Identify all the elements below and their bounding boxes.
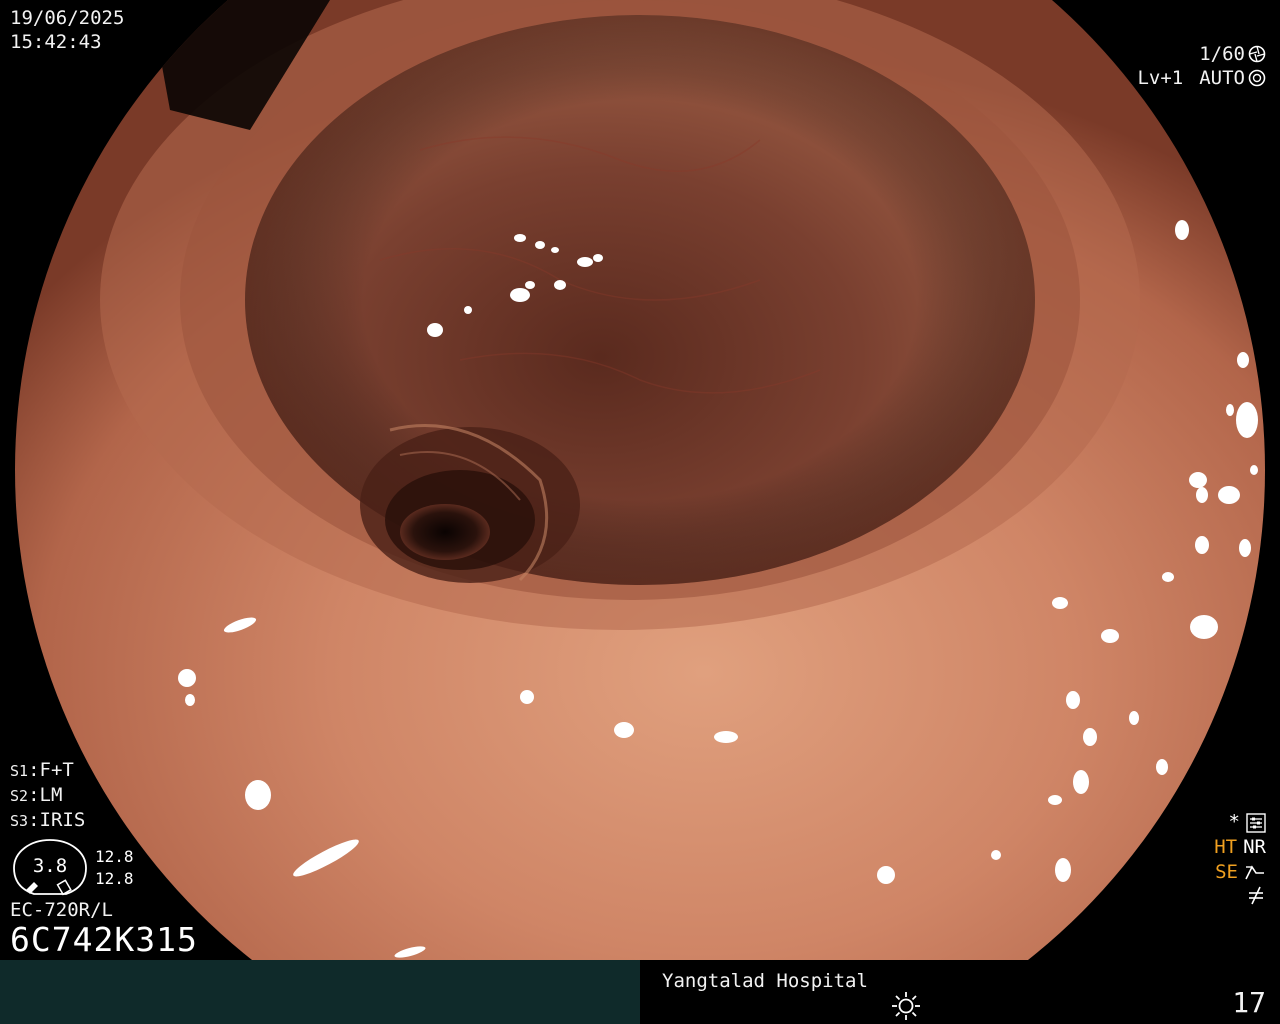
status-row-se: SE (1146, 860, 1266, 885)
status-se: SE (1215, 861, 1238, 883)
shutter-row: 1/60 (1137, 42, 1266, 66)
scope-serial: 6C742K315 (10, 920, 198, 959)
brightness-level: Lv+1 (1137, 67, 1184, 89)
zoom-value: 3.8 (33, 855, 67, 877)
not-equal-icon (1249, 886, 1263, 905)
shutter-icon (1248, 45, 1266, 63)
setting-s2-value: :LM (28, 784, 63, 806)
endoscope-image (15, 0, 1265, 960)
status-nr: NR (1243, 836, 1266, 858)
status-ht: HT (1214, 836, 1238, 858)
setting-s3: S3 :IRIS (10, 808, 85, 833)
zoom-upper: 12.8 (95, 847, 134, 866)
setting-s3-value: :IRIS (28, 809, 86, 831)
status-row-ht-nr: HT NR (1146, 835, 1266, 860)
capture-time: 15:42:43 (10, 31, 102, 53)
datetime-block: 19/06/2025 15:42:43 (10, 6, 124, 54)
status-block: * HT NR SE (1146, 810, 1266, 905)
settings-sliders-icon (1246, 812, 1266, 833)
se-curve-icon (1245, 864, 1264, 879)
setting-s1-value: :F+T (28, 759, 74, 781)
sun-icon (892, 992, 920, 1020)
image-number: 17 (1232, 986, 1266, 1019)
level-row: Lv+1 AUTO (1137, 66, 1266, 90)
setting-s2-label: S2 (10, 787, 29, 805)
settings-block: S1 :F+T S2 :LM S3 :IRIS (10, 758, 85, 833)
setting-s2: S2 :LM (10, 783, 85, 808)
scope-model: EC-720R/L (10, 899, 113, 921)
patient-info-panel (0, 960, 640, 1024)
iris-mode: AUTO (1199, 67, 1245, 89)
exposure-block: 1/60 Lv+1 AUTO (1137, 42, 1266, 90)
setting-s1: S1 :F+T (10, 758, 85, 783)
status-row-settings: * (1146, 810, 1266, 835)
status-star: * (1228, 811, 1240, 833)
hospital-name: Yangtalad Hospital (662, 970, 868, 992)
endoscopy-screen: 19/06/2025 15:42:43 1/60 Lv+1 AUTO S1 :F… (0, 0, 1280, 1024)
zoom-gauge: 3.8 (13, 839, 87, 896)
auto-iris-icon (1248, 69, 1266, 87)
shutter-speed: 1/60 (1199, 43, 1245, 65)
bottom-bar (0, 960, 1280, 1024)
zoom-lower: 12.8 (95, 869, 134, 888)
setting-s3-label: S3 (10, 812, 29, 830)
zoom-range: 12.8 12.8 (95, 846, 134, 890)
capture-date: 19/06/2025 (10, 7, 125, 29)
setting-s1-label: S1 (10, 762, 29, 780)
status-row-freeze (1146, 885, 1266, 905)
